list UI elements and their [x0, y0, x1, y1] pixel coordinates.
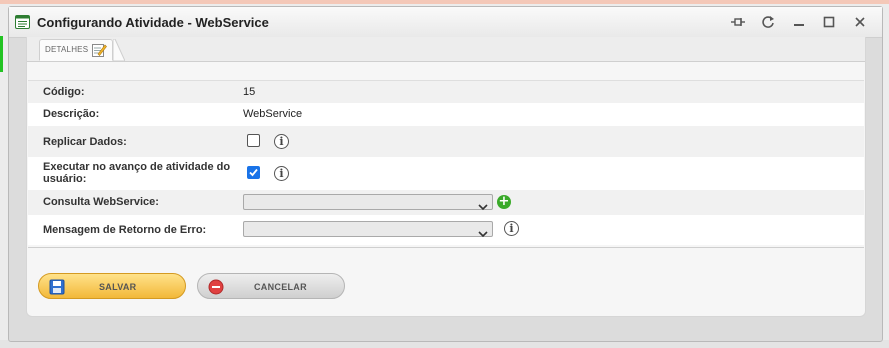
minimize-icon[interactable] — [791, 14, 807, 30]
tab-edge — [113, 39, 125, 61]
executar-label-line2: usuário: — [43, 173, 87, 185]
row-descricao: Descrição: WebService — [28, 103, 864, 126]
floppy-disk-icon — [49, 279, 65, 295]
details-form: Código: 15 Descrição: WebService Replica… — [28, 80, 864, 248]
maximize-icon[interactable] — [821, 14, 837, 30]
content-panel: DETALHES Código: 15 Descrição: WebServic… — [26, 37, 866, 317]
chevron-down-icon — [478, 198, 488, 211]
row-codigo: Código: 15 — [28, 81, 864, 103]
replicar-label: Replicar Dados: — [43, 136, 127, 148]
window-title: Configurando Atividade - WebService — [37, 15, 269, 30]
title-bar[interactable]: Configurando Atividade - WebService — [9, 7, 882, 38]
window-list-icon — [15, 15, 30, 29]
row-mensagem: Mensagem de Retorno de Erro: i — [28, 215, 864, 245]
edit-note-icon — [92, 43, 107, 57]
mensagem-label: Mensagem de Retorno de Erro: — [43, 224, 207, 236]
mensagem-erro-select[interactable] — [243, 221, 493, 238]
top-border-strip — [0, 0, 889, 4]
left-green-marker — [0, 36, 3, 72]
cancel-label: CANCELAR — [254, 282, 307, 292]
dialog-window: Configurando Atividade - WebService DETA… — [8, 6, 883, 342]
refresh-icon[interactable] — [760, 14, 776, 30]
mensagem-info-icon[interactable]: i — [504, 221, 519, 236]
row-executar: Executar no avanço de atividade do usuár… — [28, 157, 864, 190]
tab-bar: DETALHES — [27, 37, 865, 62]
descricao-value: WebService — [243, 108, 303, 120]
replicar-checkbox[interactable] — [247, 134, 260, 147]
consulta-label: Consulta WebService: — [43, 196, 159, 208]
chevron-down-icon — [478, 225, 488, 238]
codigo-label: Código: — [43, 86, 85, 98]
tab-detalhes[interactable]: DETALHES — [39, 39, 113, 61]
cancel-circle-icon — [208, 279, 224, 295]
executar-checkbox[interactable] — [247, 166, 260, 179]
replicar-info-icon[interactable]: i — [274, 134, 289, 149]
close-icon[interactable] — [852, 14, 868, 30]
checkmark-icon — [249, 168, 258, 177]
pin-icon[interactable] — [730, 14, 746, 30]
executar-info-icon[interactable]: i — [274, 166, 289, 181]
descricao-label: Descrição: — [43, 108, 100, 120]
row-replicar: Replicar Dados: i — [28, 126, 864, 157]
cancel-button[interactable]: CANCELAR — [197, 273, 345, 299]
codigo-value: 15 — [243, 86, 256, 98]
save-label: SALVAR — [99, 282, 137, 292]
consulta-webservice-select[interactable] — [243, 194, 493, 211]
save-button[interactable]: SALVAR — [38, 273, 186, 299]
row-consulta: Consulta WebService: + — [28, 190, 864, 215]
tab-label: DETALHES — [45, 45, 89, 54]
add-webservice-button[interactable]: + — [497, 195, 511, 209]
